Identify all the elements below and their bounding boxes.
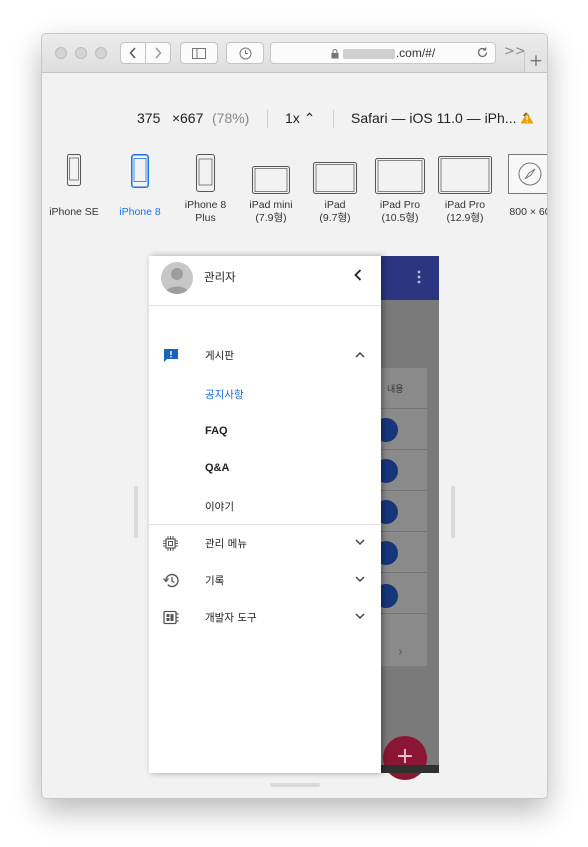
scale-select[interactable]: 1x ⌃ [285,110,315,127]
tablet-icon [438,156,492,194]
height-value[interactable]: 667 [180,110,203,126]
times-sign: × [172,110,181,126]
phone-icon [67,154,81,186]
device-iphone-se[interactable]: iPhone SE [49,154,99,218]
divider [333,110,334,128]
lock-icon [331,48,339,59]
tablet-icon [313,162,357,194]
column-header: 내용 [387,385,404,395]
phone-icon [131,154,149,188]
back-button[interactable] [120,42,146,64]
address-text: .com/#/ [271,46,495,60]
resize-handle-right[interactable] [451,486,455,538]
submenu-item-notice[interactable]: 공지사항 [205,387,244,402]
pagination-next[interactable]: › [398,645,403,660]
submenu-item-story[interactable]: 이야기 [205,499,234,514]
sidebar-icon [192,47,206,59]
resize-handle-left[interactable] [134,486,138,538]
device-iphone-8[interactable]: iPhone 8 [119,154,161,218]
zoom-percent: (78%) [212,110,250,126]
url-text: .com/#/ [395,46,436,60]
submenu-item-faq[interactable]: FAQ [205,425,228,437]
clock-icon [239,47,251,59]
forward-button[interactable] [145,42,171,64]
navigation-drawer: 관리자 게시판 공지사항 FAQ Q&A 이야기 관리 메뉴 기록 개발자 도구 [149,256,381,773]
submenu-item-qna[interactable]: Q&A [205,462,229,474]
device-custom-size[interactable]: 800 × 60 [508,154,547,218]
zoom-window-button[interactable] [95,47,107,59]
menu-item-history[interactable]: 기록 [149,563,381,599]
developer-board-icon [163,610,179,625]
device-ipad-pro-12[interactable]: iPad Pro (12.9형) [438,154,492,224]
more-toolbar-button[interactable]: >> [504,44,526,59]
chevron-up-icon [355,351,365,358]
menu-item-label: 기록 [205,575,225,587]
redacted-domain [342,48,395,59]
menu-item-admin[interactable]: 관리 메뉴 [149,526,381,562]
chevron-right-icon [155,47,162,59]
user-agent-select[interactable]: Safari — iOS 11.0 — iPh... ⌃ [351,110,532,127]
resize-handle-bottom[interactable] [270,783,320,787]
sidebar-button[interactable] [180,42,218,64]
person-icon [165,268,189,294]
browser-titlebar: .com/#/ >> + [42,34,547,73]
phone-icon [196,154,215,192]
tablet-icon [252,166,290,194]
divider [149,524,381,525]
menu-item-label: 관리 메뉴 [205,538,247,550]
more-vert-icon[interactable] [417,270,421,284]
minimize-window-button[interactable] [75,47,87,59]
chevron-down-icon [355,613,365,620]
menu-item-dev-tools[interactable]: 개발자 도구 [149,600,381,636]
device-iphone-8-plus[interactable]: iPhone 8 Plus [185,154,226,224]
chevron-left-icon[interactable] [354,269,362,281]
device-ipad[interactable]: iPad (9.7형) [313,154,357,224]
announcement-icon [164,349,178,362]
history-icon [163,573,179,588]
chevron-down-icon [355,539,365,546]
reload-icon[interactable] [476,46,489,59]
chevron-down-icon [355,576,365,583]
width-value[interactable]: 375 [137,110,160,126]
warning-icon[interactable] [520,112,534,124]
avatar[interactable] [161,262,193,294]
divider [267,110,268,128]
menu-item-label: 개발자 도구 [205,612,257,624]
device-ipad-mini[interactable]: iPad mini (7.9형) [249,154,293,224]
chevron-left-icon [129,47,136,59]
menu-item-label: 게시판 [205,350,234,362]
history-button[interactable] [226,42,264,64]
add-fab-button[interactable]: + [383,736,427,780]
drawer-header: 관리자 [149,256,381,306]
user-name: 관리자 [204,270,236,284]
device-label: 800 × 60 [509,206,548,218]
chip-icon [163,536,178,551]
browser-window: .com/#/ >> + 375 × 667 (78%) 1x ⌃ Safari… [41,33,548,799]
menu-item-board[interactable]: 게시판 [149,338,381,374]
compass-icon [508,154,547,194]
device-ipad-pro-10[interactable]: iPad Pro (10.5형) [375,154,425,224]
address-bar[interactable]: .com/#/ [270,42,496,64]
new-tab-button[interactable]: + [524,51,547,72]
close-window-button[interactable] [55,47,67,59]
tablet-icon [375,158,425,194]
